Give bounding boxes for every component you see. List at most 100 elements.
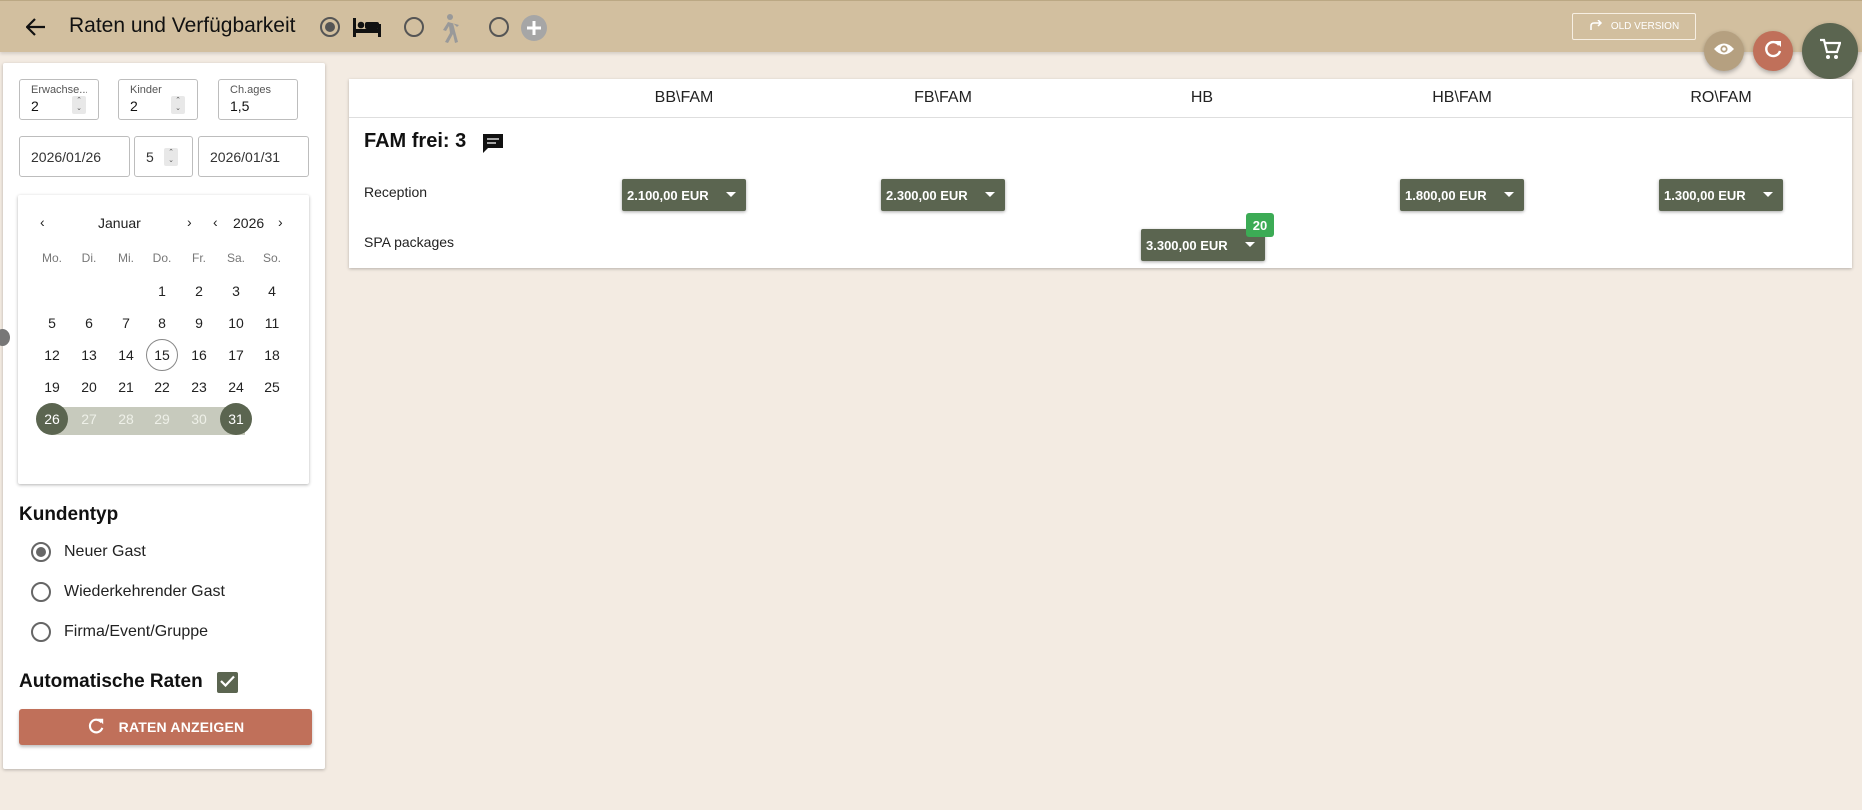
mode-radio-stay[interactable] bbox=[320, 17, 340, 37]
calendar-day[interactable]: 1 bbox=[146, 275, 178, 307]
nights-field[interactable]: 5 ⌃ ⌄ bbox=[134, 136, 193, 177]
calendar-day[interactable]: 22 bbox=[146, 371, 178, 403]
weekday-label: Do. bbox=[152, 251, 172, 265]
calendar-day[interactable]: 4 bbox=[256, 275, 288, 307]
calendar-day[interactable]: 9 bbox=[183, 307, 215, 339]
cart-button[interactable] bbox=[1802, 23, 1858, 79]
customer-type-new-guest[interactable]: Neuer Gast bbox=[31, 541, 146, 563]
calendar-day[interactable]: 18 bbox=[256, 339, 288, 371]
rate-row-label: Reception bbox=[364, 184, 428, 200]
calendar-day[interactable]: 27 bbox=[73, 403, 105, 435]
calendar-day[interactable]: 19 bbox=[36, 371, 68, 403]
calendar-day[interactable]: 7 bbox=[110, 307, 142, 339]
calendar-day[interactable]: 16 bbox=[183, 339, 215, 371]
calendar-day[interactable]: 14 bbox=[110, 339, 142, 371]
column-header: FB\FAM bbox=[914, 89, 972, 106]
add-circle-icon bbox=[521, 15, 547, 46]
price-value: 2.100,00 EUR bbox=[627, 187, 709, 203]
calendar-day[interactable]: 5 bbox=[36, 307, 68, 339]
calendar-day[interactable]: 26 bbox=[36, 403, 68, 435]
calendar-day[interactable]: 6 bbox=[73, 307, 105, 339]
cart-icon bbox=[1819, 38, 1842, 65]
price-dropdown[interactable]: 1.800,00 EUR bbox=[1400, 179, 1524, 211]
adults-stepper[interactable]: ⌃ ⌄ bbox=[72, 96, 86, 114]
weekday-label: Mo. bbox=[41, 251, 62, 265]
weekday-label: Sa. bbox=[226, 251, 245, 265]
calendar-day[interactable]: 21 bbox=[110, 371, 142, 403]
price-dropdown[interactable]: 2.300,00 EUR bbox=[881, 179, 1005, 211]
calendar-day[interactable]: 20 bbox=[73, 371, 105, 403]
room-availability-title: FAM frei: 3 bbox=[364, 130, 467, 152]
rates-table: BB\FAM FB\FAM HB HB\FAM RO\FAM FAM frei:… bbox=[349, 79, 1852, 268]
children-stepper[interactable]: ⌃ ⌄ bbox=[171, 96, 185, 114]
back-arrow-icon[interactable] bbox=[22, 14, 50, 40]
children-field[interactable]: Kinder 2 ⌃ ⌄ bbox=[118, 79, 198, 120]
calendar-month[interactable]: Januar bbox=[98, 215, 141, 231]
show-rates-button[interactable]: RATEN ANZEIGEN bbox=[19, 709, 312, 745]
walking-person-icon bbox=[436, 13, 460, 48]
next-year-icon[interactable]: › bbox=[278, 214, 283, 230]
calendar-day[interactable]: 17 bbox=[220, 339, 252, 371]
children-ages-value[interactable]: 1,5 bbox=[230, 98, 249, 114]
calendar-day[interactable]: 15 bbox=[146, 339, 178, 371]
price-value: 3.300,00 EUR bbox=[1146, 237, 1228, 253]
adults-label: Erwachse... bbox=[31, 84, 87, 96]
weekday-label: Fr. bbox=[192, 251, 206, 265]
calendar-day[interactable]: 24 bbox=[220, 371, 252, 403]
check-icon bbox=[220, 674, 235, 692]
customer-type-returning-guest[interactable]: Wiederkehrender Gast bbox=[31, 581, 225, 603]
dropdown-caret-icon bbox=[1763, 192, 1773, 197]
children-ages-field[interactable]: Ch.ages 1,5 bbox=[218, 79, 298, 120]
calendar-day[interactable]: 28 bbox=[110, 403, 142, 435]
price-dropdown[interactable]: 1.300,00 EUR bbox=[1659, 179, 1783, 211]
calendar-day[interactable]: 2 bbox=[183, 275, 215, 307]
adults-value[interactable]: 2 bbox=[31, 98, 39, 114]
arrival-date-field[interactable]: 2026/01/26 bbox=[19, 136, 130, 177]
calendar-day[interactable]: 13 bbox=[73, 339, 105, 371]
calendar-day[interactable]: 12 bbox=[36, 339, 68, 371]
header-divider bbox=[349, 117, 1852, 118]
panel-drag-handle[interactable] bbox=[0, 329, 10, 346]
adults-field[interactable]: Erwachse... 2 ⌃ ⌄ bbox=[19, 79, 99, 120]
customer-type-company[interactable]: Firma/Event/Gruppe bbox=[31, 621, 208, 643]
calendar-day[interactable]: 30 bbox=[183, 403, 215, 435]
radio-new-guest[interactable] bbox=[31, 542, 51, 562]
weekday-label: So. bbox=[262, 251, 281, 265]
calendar-day[interactable]: 23 bbox=[183, 371, 215, 403]
mode-radio-walk-in[interactable] bbox=[404, 17, 424, 37]
next-month-icon[interactable]: › bbox=[187, 214, 192, 230]
search-panel: Erwachse... 2 ⌃ ⌄ Kinder 2 ⌃ ⌄ Ch.ages 1,5… bbox=[0, 63, 325, 769]
calendar-day[interactable]: 8 bbox=[146, 307, 178, 339]
dropdown-caret-icon bbox=[1504, 192, 1514, 197]
refresh-icon bbox=[87, 717, 105, 738]
column-header: HB\FAM bbox=[1432, 89, 1492, 106]
dropdown-caret-icon bbox=[1245, 242, 1255, 247]
calendar-day[interactable]: 10 bbox=[220, 307, 252, 339]
calendar-year[interactable]: 2026 bbox=[233, 215, 264, 231]
chat-icon[interactable] bbox=[481, 131, 505, 160]
radio-returning-guest[interactable] bbox=[31, 582, 51, 602]
customer-type-label: Neuer Gast bbox=[64, 543, 146, 560]
children-value[interactable]: 2 bbox=[130, 98, 138, 114]
calendar-day[interactable]: 29 bbox=[146, 403, 178, 435]
radio-company[interactable] bbox=[31, 622, 51, 642]
refresh-button[interactable] bbox=[1753, 31, 1793, 71]
departure-date-field[interactable]: 2026/01/31 bbox=[198, 136, 309, 177]
prev-month-icon[interactable]: ‹ bbox=[40, 214, 45, 230]
weekday-label: Mi. bbox=[118, 251, 134, 265]
customer-type-label: Firma/Event/Gruppe bbox=[64, 623, 209, 640]
calendar-day[interactable]: 11 bbox=[256, 307, 288, 339]
prev-year-icon[interactable]: ‹ bbox=[213, 214, 218, 230]
preview-button[interactable] bbox=[1704, 31, 1744, 71]
calendar-day[interactable]: 3 bbox=[220, 275, 252, 307]
nights-stepper[interactable]: ⌃ ⌄ bbox=[164, 148, 178, 166]
show-rates-label: RATEN ANZEIGEN bbox=[118, 719, 245, 735]
calendar-day[interactable]: 31 bbox=[220, 403, 252, 435]
price-value: 2.300,00 EUR bbox=[886, 187, 968, 203]
auto-rates-checkbox[interactable] bbox=[217, 672, 238, 693]
old-version-button[interactable]: OLD VERSION bbox=[1572, 13, 1696, 40]
price-dropdown[interactable]: 2.100,00 EUR bbox=[622, 179, 746, 211]
calendar-day[interactable]: 25 bbox=[256, 371, 288, 403]
eye-icon bbox=[1713, 42, 1735, 61]
mode-radio-add[interactable] bbox=[489, 17, 509, 37]
